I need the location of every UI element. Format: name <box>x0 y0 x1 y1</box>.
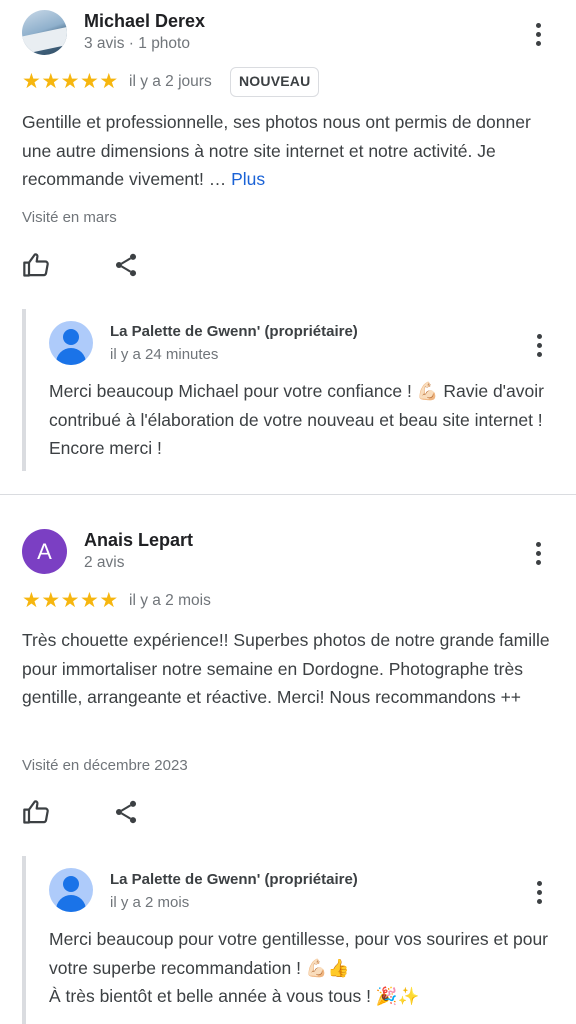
review-time: il y a 2 jours <box>129 73 212 90</box>
star-icon: ★ <box>60 589 80 612</box>
reply-time: il y a 2 mois <box>110 894 190 911</box>
more-options-icon[interactable] <box>528 20 548 48</box>
star-icon: ★ <box>41 70 61 93</box>
owner-reply: La Palette de Gwenn' (propriétaire) il y… <box>22 309 556 471</box>
review-time: il y a 2 mois <box>129 592 211 609</box>
reply-text-line: Merci beaucoup pour votre gentillesse, p… <box>49 929 549 978</box>
more-options-icon[interactable] <box>529 878 549 906</box>
more-options-icon[interactable] <box>528 539 548 567</box>
reviewer-name[interactable]: Michael Derex <box>84 11 205 32</box>
reply-text: Merci beaucoup pour votre gentillesse, p… <box>49 925 549 1011</box>
star-icon: ★ <box>79 70 99 93</box>
owner-name: La Palette de Gwenn' (propriétaire) <box>110 871 358 888</box>
visit-date: Visité en décembre 2023 <box>22 757 188 774</box>
star-rating: ★ ★ ★ ★ ★ <box>22 71 119 93</box>
star-icon: ★ <box>41 589 61 612</box>
star-icon: ★ <box>99 70 119 93</box>
read-more-link[interactable]: Plus <box>231 169 265 189</box>
star-icon: ★ <box>22 70 41 93</box>
owner-avatar[interactable] <box>49 321 93 365</box>
visit-date: Visité en mars <box>22 209 117 226</box>
star-icon: ★ <box>99 589 119 612</box>
share-icon[interactable] <box>112 798 140 826</box>
reviewer-meta: 3 avis · 1 photo <box>84 35 190 52</box>
reply-text-line: À très bientôt et belle année à vous tou… <box>49 986 420 1006</box>
reviewer-meta: 2 avis <box>84 554 125 571</box>
review-card: Michael Derex 3 avis · 1 photo ★ ★ ★ ★ ★ il … <box>0 0 576 495</box>
star-icon: ★ <box>60 70 80 93</box>
more-options-icon[interactable] <box>529 331 549 359</box>
thumbs-up-icon[interactable] <box>22 251 50 279</box>
reply-text: Merci beaucoup Michael pour votre confia… <box>49 381 544 458</box>
star-icon: ★ <box>79 589 99 612</box>
reviewer-avatar[interactable]: A <box>22 529 67 574</box>
review-text-content: Gentille et professionnelle, ses photos … <box>22 112 531 189</box>
reviewer-name[interactable]: Anais Lepart <box>84 530 193 551</box>
review-text: Gentille et professionnelle, ses photos … <box>22 108 562 194</box>
thumbs-up-icon[interactable] <box>22 798 50 826</box>
owner-name: La Palette de Gwenn' (propriétaire) <box>110 323 358 340</box>
review-card: A Anais Lepart 2 avis ★ ★ ★ ★ ★ il y a 2 moi… <box>0 495 576 1024</box>
new-badge: NOUVEAU <box>230 67 320 97</box>
owner-avatar[interactable] <box>49 868 93 912</box>
reply-time: il y a 24 minutes <box>110 346 219 363</box>
reviewer-avatar[interactable] <box>22 10 67 55</box>
share-icon[interactable] <box>112 251 140 279</box>
star-rating: ★ ★ ★ ★ ★ <box>22 590 119 612</box>
review-text: Très chouette expérience!! Superbes phot… <box>22 630 550 707</box>
star-icon: ★ <box>22 589 41 612</box>
owner-reply: La Palette de Gwenn' (propriétaire) il y… <box>22 856 556 1024</box>
